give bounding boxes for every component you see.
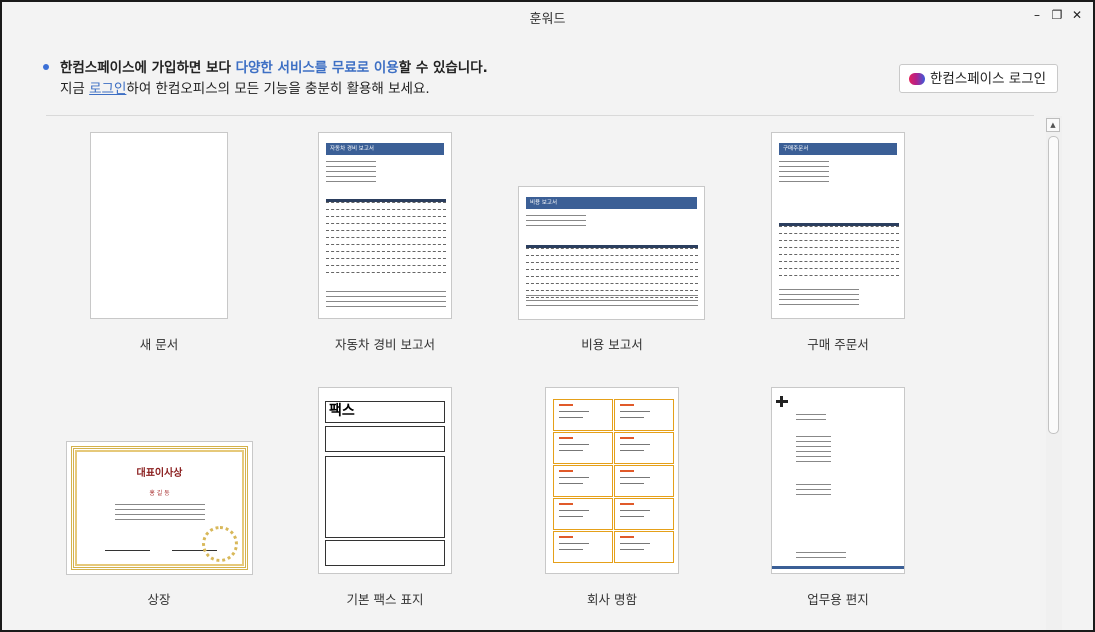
- doc-heading: 비용 보고서: [526, 197, 697, 209]
- card-cell: [614, 399, 674, 431]
- card-cell: [614, 498, 674, 530]
- card-cell: [553, 465, 613, 497]
- card-cell: [614, 432, 674, 464]
- fax-sender-box: [325, 540, 445, 566]
- template-purchase-order[interactable]: 구매주문서: [771, 132, 905, 319]
- template-blank-document[interactable]: [90, 132, 228, 319]
- letter-body-lines: [796, 436, 831, 466]
- letter-address-lines: [796, 414, 826, 424]
- template-label: 구매 주문서: [807, 337, 869, 352]
- signature-line: [105, 550, 150, 551]
- banner-text: 하여 한컴오피스의 모든 기능을 충분히 활용해 보세요.: [126, 81, 430, 97]
- seal-icon: [202, 526, 238, 562]
- doc-text-lines: [526, 215, 586, 230]
- doc-footer-lines: [779, 289, 859, 309]
- card-cell: [553, 498, 613, 530]
- doc-footer-lines: [326, 291, 446, 311]
- template-car-expense-report[interactable]: 자동차 경비 보고서: [318, 132, 452, 319]
- doc-table: [779, 223, 899, 282]
- letter-logo-icon: [780, 396, 783, 407]
- letter-signature-lines: [796, 484, 831, 499]
- scroll-thumb[interactable]: [1048, 136, 1059, 434]
- template-label: 회사 명함: [587, 592, 637, 607]
- hancom-space-logo-icon: [909, 73, 925, 85]
- banner-text: 할 수 있습니다.: [398, 60, 488, 76]
- card-cell: [553, 432, 613, 464]
- banner-line-1: 한컴스페이스에 가입하면 보다 다양한 서비스를 무료로 이용할 수 있습니다.: [46, 58, 488, 79]
- card-cell: [614, 531, 674, 563]
- card-cell: [553, 399, 613, 431]
- banner-text: 지금: [60, 81, 90, 97]
- fax-title: 팩스: [325, 401, 445, 423]
- banner-line-2: 지금 로그인하여 한컴오피스의 모든 기능을 충분히 활용해 보세요.: [46, 79, 488, 100]
- template-label: 기본 팩스 표지: [346, 592, 424, 607]
- template-expense-report[interactable]: 비용 보고서: [518, 186, 705, 320]
- doc-heading: 구매주문서: [779, 143, 897, 155]
- certificate-text-lines: [115, 504, 205, 524]
- card-cell: [614, 465, 674, 497]
- app-window: 훈워드 – ❐ ✕ 한컴스페이스에 가입하면 보다 다양한 서비스를 무료로 이…: [0, 0, 1095, 632]
- template-label: 자동차 경비 보고서: [335, 337, 435, 352]
- login-button-label: 한컴스페이스 로그인: [930, 71, 1047, 87]
- minimize-button[interactable]: –: [1028, 6, 1046, 24]
- template-business-card[interactable]: [545, 387, 679, 574]
- doc-footer-lines: [526, 295, 698, 310]
- template-label: 비용 보고서: [581, 337, 643, 352]
- template-certificate[interactable]: 대표이사상 홍 길 동: [66, 441, 253, 575]
- banner-text: 한컴스페이스에 가입하면 보다: [60, 60, 236, 76]
- vertical-scrollbar[interactable]: ▲: [1046, 116, 1062, 630]
- doc-text-lines: [326, 161, 376, 186]
- title-bar: 훈워드 – ❐ ✕: [2, 2, 1093, 32]
- template-fax-cover[interactable]: 팩스: [318, 387, 452, 574]
- banner-highlight: 다양한 서비스를 무료로 이용: [235, 60, 399, 76]
- letter-footer-lines: [796, 552, 846, 562]
- card-cell: [553, 531, 613, 563]
- template-label: 업무용 편지: [807, 592, 869, 607]
- divider: [46, 115, 1034, 116]
- login-link[interactable]: 로그인: [89, 81, 126, 97]
- bullet-icon: [43, 64, 49, 70]
- fax-message-box: [325, 456, 445, 538]
- scroll-up-button[interactable]: ▲: [1046, 118, 1060, 132]
- doc-text-lines: [779, 161, 829, 186]
- close-button[interactable]: ✕: [1068, 6, 1086, 24]
- template-label: 새 문서: [139, 337, 179, 352]
- certificate-title: 대표이사상: [136, 468, 183, 479]
- doc-table: [326, 199, 446, 279]
- template-business-letter[interactable]: [771, 387, 905, 574]
- letter-footer-bar: [772, 566, 904, 569]
- fax-info-box: [325, 426, 445, 452]
- restore-button[interactable]: ❐: [1048, 6, 1066, 24]
- window-title: 훈워드: [529, 12, 566, 27]
- hancom-space-login-button[interactable]: 한컴스페이스 로그인: [899, 64, 1058, 93]
- certificate-recipient: 홍 길 동: [149, 490, 170, 497]
- template-label: 상장: [147, 592, 171, 607]
- doc-heading: 자동차 경비 보고서: [326, 143, 444, 155]
- signup-banner: 한컴스페이스에 가입하면 보다 다양한 서비스를 무료로 이용할 수 있습니다.…: [43, 58, 488, 100]
